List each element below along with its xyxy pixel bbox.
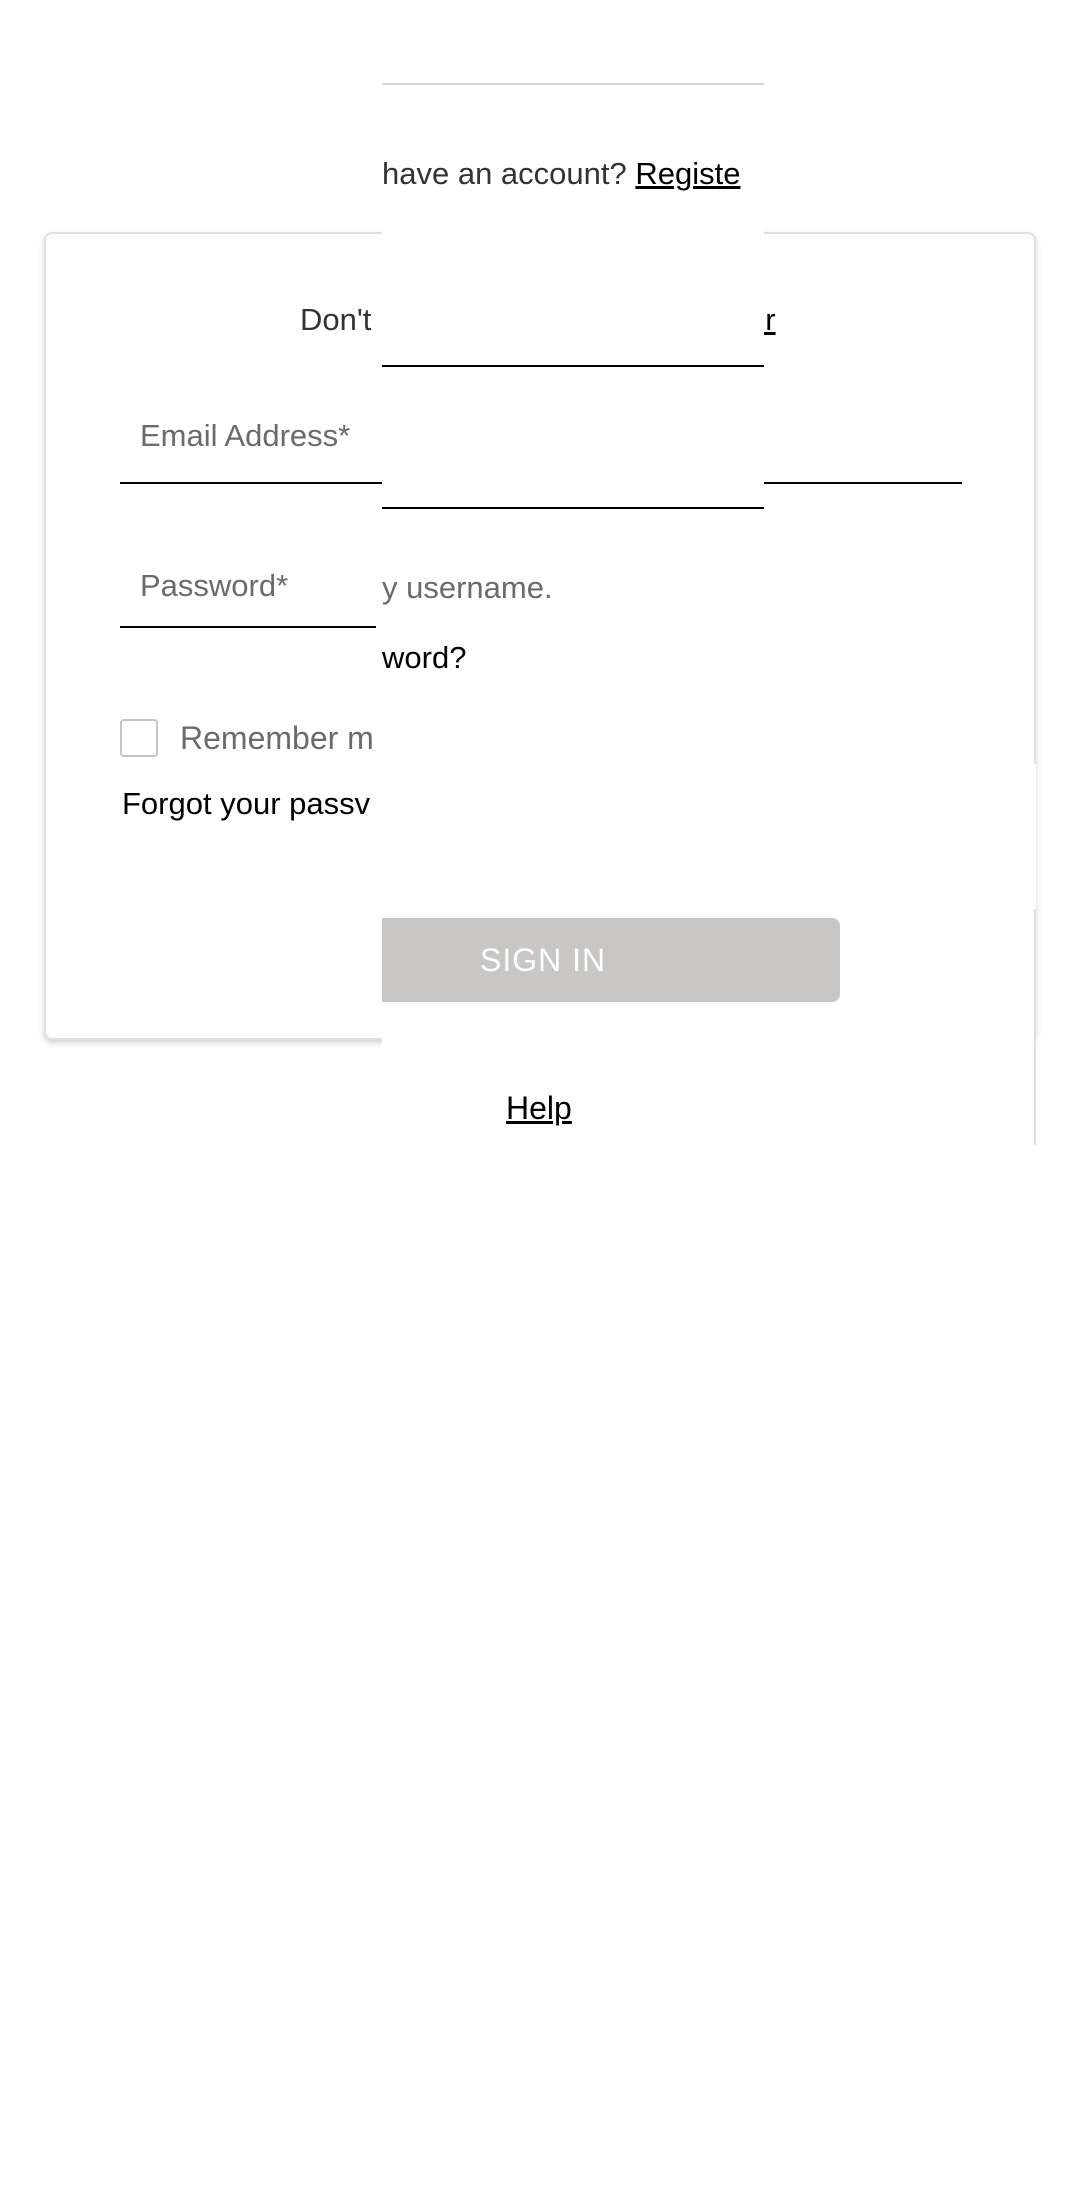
remember-me-checkbox[interactable]: [120, 719, 158, 757]
input-underline: [382, 507, 764, 509]
password-field[interactable]: Password*: [120, 498, 376, 628]
register-prompt-prefix: Don't: [300, 302, 372, 337]
register-prompt-text: have an account?: [382, 156, 627, 191]
remember-me-row[interactable]: Remember m: [120, 716, 374, 760]
sign-in-label: SIGN IN: [480, 942, 607, 978]
remember-me-label: Remember m: [180, 719, 374, 756]
sign-in-button[interactable]: SIGN IN: [382, 918, 840, 1002]
divider: [382, 83, 764, 85]
password-label: Password*: [140, 568, 289, 603]
input-underline: [382, 365, 764, 367]
overlay-panel-right: [764, 764, 1036, 909]
help-link[interactable]: Help: [506, 1090, 572, 1127]
forgot-password-link[interactable]: Forgot your passv: [122, 786, 370, 822]
register-link[interactable]: Registe: [635, 156, 740, 191]
forgot-password-link[interactable]: word?: [382, 640, 466, 676]
register-prompt: have an account? Registe: [382, 156, 764, 192]
username-hint: y username.: [382, 570, 553, 605]
email-label: Email Address*: [140, 418, 351, 453]
